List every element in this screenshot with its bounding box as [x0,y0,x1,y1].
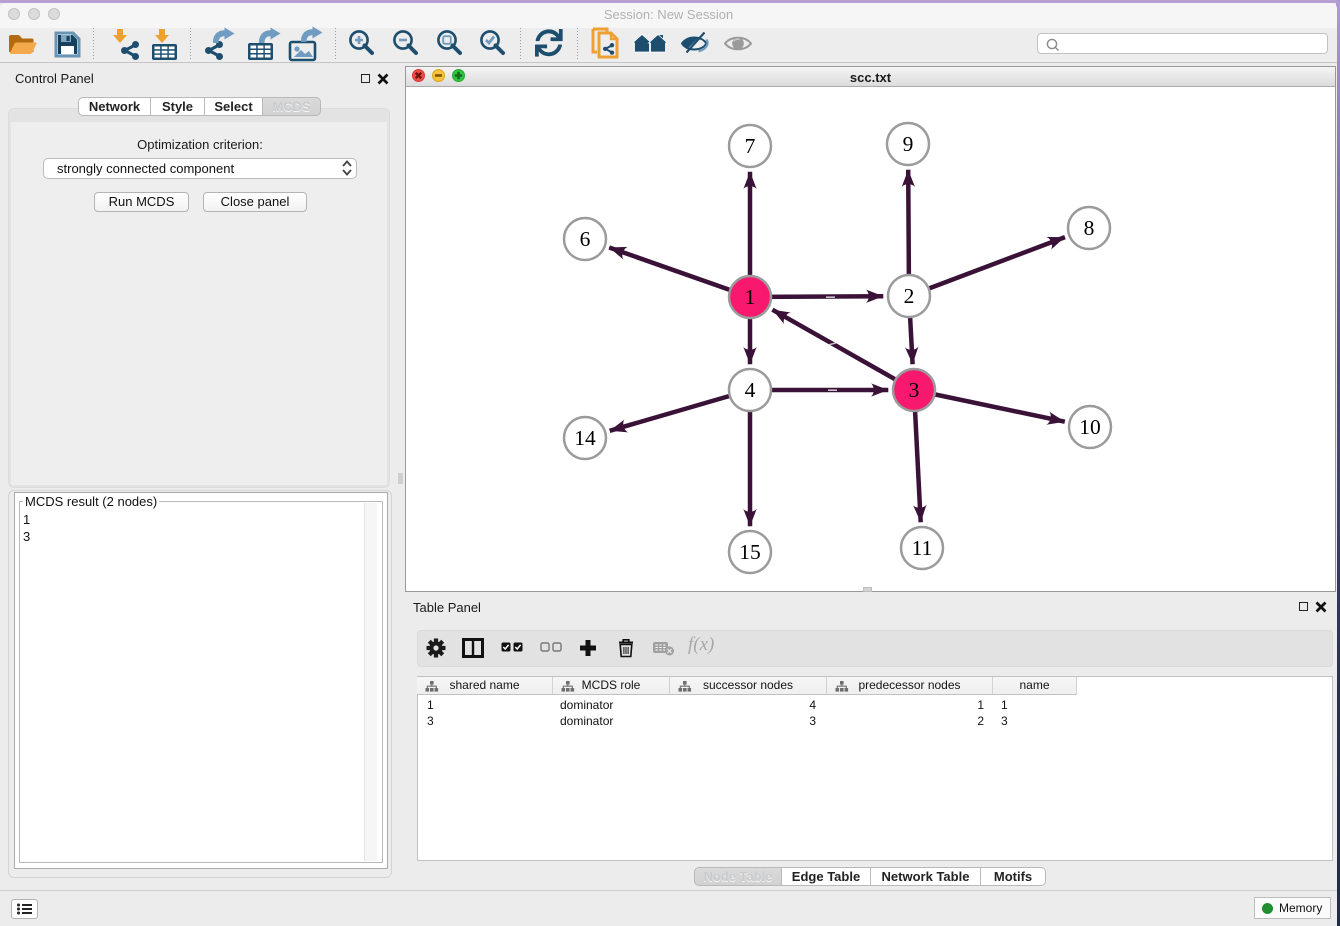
svg-text:2: 2 [904,284,915,308]
svg-text:3: 3 [909,378,920,402]
svg-text:15: 15 [739,540,761,564]
svg-text:7: 7 [745,134,756,158]
svg-text:8: 8 [1084,216,1095,240]
svg-text:11: 11 [912,536,933,560]
svg-text:14: 14 [574,426,596,450]
svg-text:9: 9 [903,132,914,156]
svg-text:4: 4 [745,378,756,402]
svg-text:1: 1 [745,285,756,309]
svg-text:6: 6 [580,227,591,251]
svg-text:10: 10 [1079,415,1101,439]
